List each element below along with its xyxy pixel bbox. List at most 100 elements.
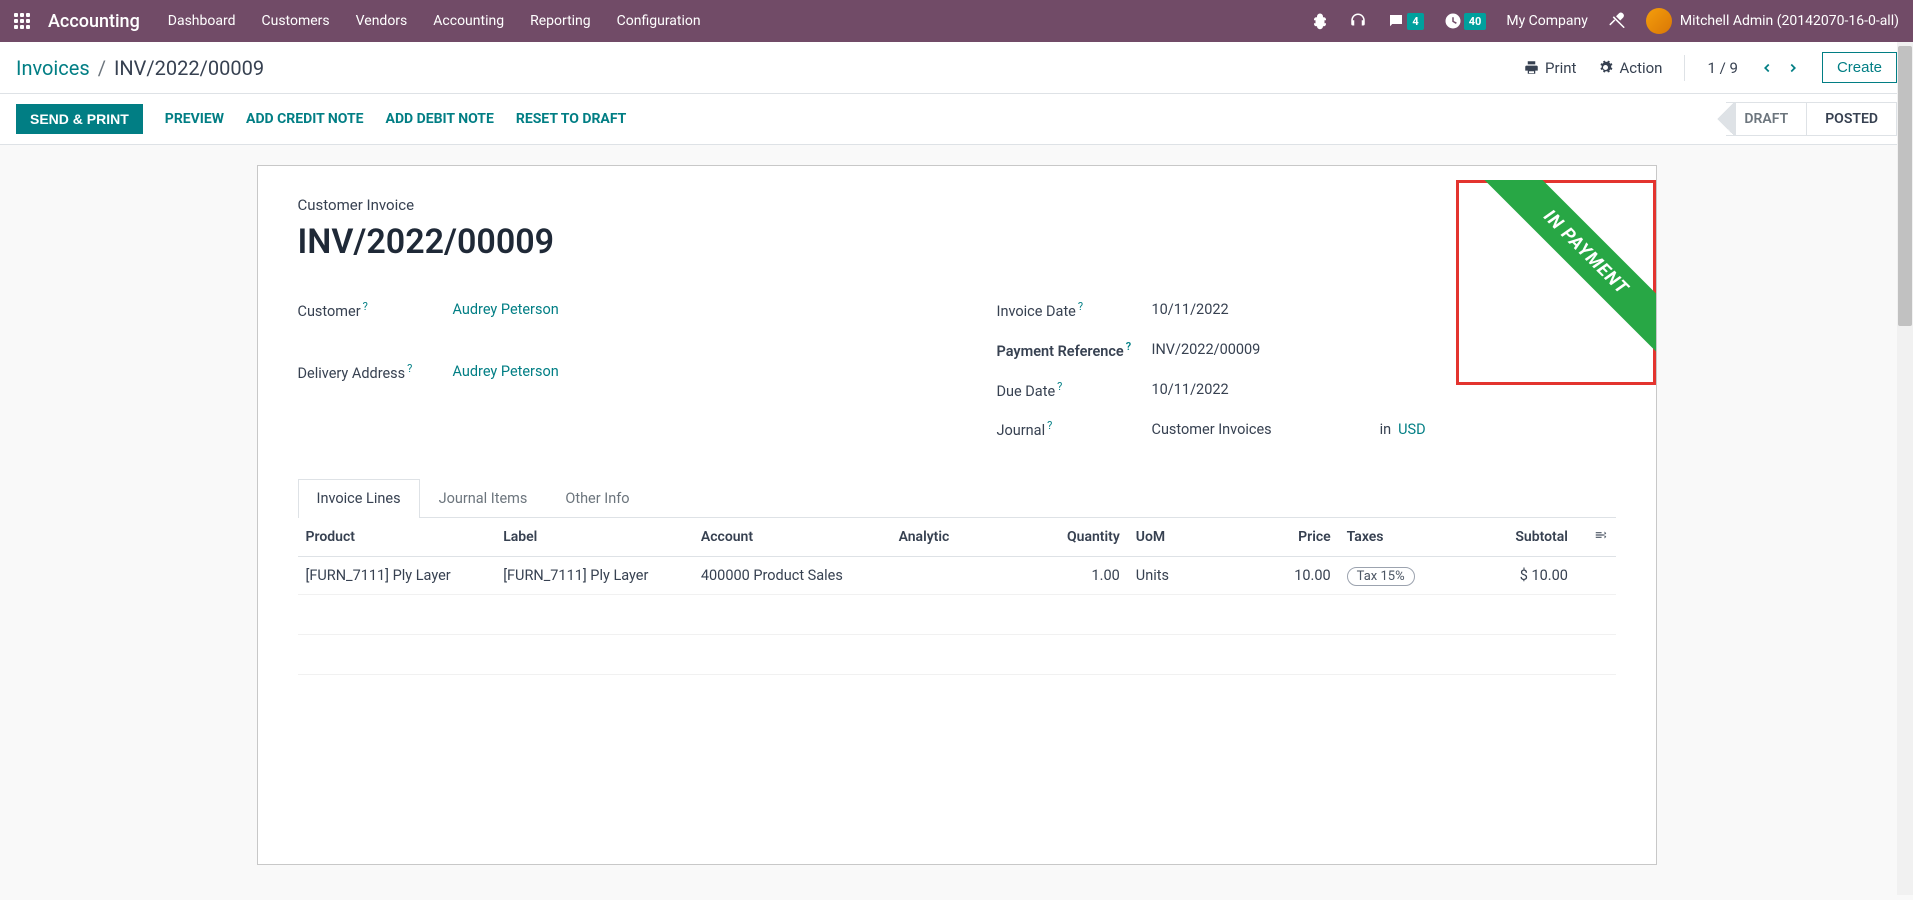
- cell-analytic: [891, 557, 1023, 595]
- value-payment-ref: INV/2022/00009: [1152, 341, 1261, 358]
- add-debit-note-button[interactable]: ADD DEBIT NOTE: [386, 111, 494, 127]
- nav-accounting[interactable]: Accounting: [433, 13, 504, 29]
- nav-vendors[interactable]: Vendors: [356, 13, 408, 29]
- help-icon[interactable]: ?: [1126, 340, 1131, 353]
- breadcrumb: Invoices / INV/2022/00009: [16, 56, 264, 80]
- create-button[interactable]: Create: [1822, 52, 1897, 83]
- cell-quantity: 1.00: [1022, 557, 1127, 595]
- action-button[interactable]: Action: [1598, 59, 1662, 77]
- tab-journal-items[interactable]: Journal Items: [420, 479, 547, 517]
- pager-text[interactable]: 1 / 9: [1707, 59, 1738, 77]
- form-title: Customer Invoice: [298, 196, 1616, 214]
- th-account[interactable]: Account: [693, 518, 891, 557]
- print-button[interactable]: Print: [1524, 59, 1576, 77]
- th-subtotal[interactable]: Subtotal: [1444, 518, 1576, 557]
- tab-other-info[interactable]: Other Info: [546, 479, 648, 517]
- support-icon[interactable]: [1349, 12, 1367, 30]
- help-icon[interactable]: ?: [1078, 300, 1083, 313]
- payment-ribbon: IN PAYMENT: [1472, 180, 1655, 366]
- preview-button[interactable]: PREVIEW: [165, 111, 224, 127]
- breadcrumb-current: INV/2022/00009: [114, 56, 264, 80]
- help-icon[interactable]: ?: [1047, 419, 1052, 432]
- control-panel: Invoices / INV/2022/00009 Print Action 1…: [0, 42, 1913, 94]
- th-product[interactable]: Product: [298, 518, 496, 557]
- bug-icon[interactable]: [1311, 12, 1329, 30]
- scrollbar-thumb[interactable]: [1898, 46, 1912, 326]
- th-label[interactable]: Label: [495, 518, 693, 557]
- messages-badge: 4: [1407, 13, 1423, 30]
- apps-icon[interactable]: [14, 13, 30, 29]
- help-icon[interactable]: ?: [363, 300, 368, 313]
- sheet-background: IN PAYMENT Customer Invoice INV/2022/000…: [0, 145, 1913, 900]
- cell-taxes: Tax 15%: [1339, 557, 1444, 595]
- th-taxes[interactable]: Taxes: [1339, 518, 1444, 557]
- tabs: Invoice Lines Journal Items Other Info: [298, 479, 1616, 518]
- pager-next-icon[interactable]: [1786, 61, 1800, 75]
- help-icon[interactable]: ?: [407, 362, 412, 375]
- top-navbar: Accounting Dashboard Customers Vendors A…: [0, 0, 1913, 42]
- pager-prev-icon[interactable]: [1760, 61, 1774, 75]
- value-invoice-date: 10/11/2022: [1152, 301, 1229, 318]
- journal-in-label: in: [1380, 421, 1392, 438]
- th-analytic[interactable]: Analytic: [891, 518, 1023, 557]
- app-name[interactable]: Accounting: [48, 11, 140, 32]
- company-selector[interactable]: My Company: [1506, 13, 1588, 29]
- print-icon: [1524, 60, 1539, 75]
- send-print-button[interactable]: SEND & PRINT: [16, 104, 143, 134]
- cell-product: [FURN_7111] Ply Layer: [298, 557, 496, 595]
- value-customer[interactable]: Audrey Peterson: [453, 301, 559, 318]
- scrollbar[interactable]: [1897, 42, 1913, 895]
- label-journal: Journal?: [997, 419, 1152, 439]
- cell-subtotal: $ 10.00: [1444, 557, 1576, 595]
- gear-icon: [1598, 60, 1613, 75]
- label-payment-ref: Payment Reference?: [997, 340, 1152, 360]
- status-draft[interactable]: DRAFT: [1726, 102, 1807, 136]
- activities-badge: 40: [1464, 13, 1487, 30]
- invoice-name: INV/2022/00009: [298, 222, 1616, 262]
- statusbar: SEND & PRINT PREVIEW ADD CREDIT NOTE ADD…: [0, 94, 1913, 145]
- value-due-date: 10/11/2022: [1152, 381, 1229, 398]
- tab-invoice-lines[interactable]: Invoice Lines: [298, 479, 420, 518]
- status-posted[interactable]: POSTED: [1807, 102, 1897, 136]
- nav-dashboard[interactable]: Dashboard: [168, 13, 236, 29]
- form-sheet: IN PAYMENT Customer Invoice INV/2022/000…: [257, 165, 1657, 865]
- tools-icon[interactable]: [1608, 12, 1626, 30]
- nav-reporting[interactable]: Reporting: [530, 13, 591, 29]
- action-label: Action: [1619, 59, 1662, 77]
- reset-to-draft-button[interactable]: RESET TO DRAFT: [516, 111, 626, 127]
- nav-customers[interactable]: Customers: [262, 13, 330, 29]
- label-invoice-date: Invoice Date?: [997, 300, 1152, 320]
- ribbon-container: IN PAYMENT: [1456, 180, 1656, 380]
- empty-row: [298, 595, 1616, 635]
- empty-row: [298, 635, 1616, 675]
- activities-button[interactable]: 40: [1444, 12, 1487, 30]
- breadcrumb-root[interactable]: Invoices: [16, 56, 90, 80]
- add-credit-note-button[interactable]: ADD CREDIT NOTE: [246, 111, 364, 127]
- chat-icon: [1387, 12, 1405, 30]
- invoice-lines-table: Product Label Account Analytic Quantity …: [298, 518, 1616, 675]
- value-currency[interactable]: USD: [1398, 421, 1426, 438]
- cell-price: 10.00: [1233, 557, 1338, 595]
- label-delivery: Delivery Address?: [298, 362, 453, 382]
- value-delivery[interactable]: Audrey Peterson: [453, 363, 559, 380]
- cell-label: [FURN_7111] Ply Layer: [495, 557, 693, 595]
- messages-button[interactable]: 4: [1387, 12, 1423, 30]
- th-quantity[interactable]: Quantity: [1022, 518, 1127, 557]
- options-icon[interactable]: [1594, 528, 1608, 542]
- nav-configuration[interactable]: Configuration: [617, 13, 701, 29]
- table-row[interactable]: [FURN_7111] Ply Layer [FURN_7111] Ply La…: [298, 557, 1616, 595]
- th-uom[interactable]: UoM: [1128, 518, 1233, 557]
- cell-uom: Units: [1128, 557, 1233, 595]
- label-customer: Customer?: [298, 300, 453, 320]
- th-price[interactable]: Price: [1233, 518, 1338, 557]
- value-journal: Customer Invoices: [1152, 421, 1272, 438]
- breadcrumb-separator: /: [98, 56, 106, 80]
- nav-menu: Dashboard Customers Vendors Accounting R…: [168, 13, 701, 29]
- help-icon[interactable]: ?: [1057, 380, 1062, 393]
- avatar: [1646, 8, 1672, 34]
- clock-icon: [1444, 12, 1462, 30]
- user-name: Mitchell Admin (20142070-16-0-all): [1680, 13, 1899, 29]
- cell-account: 400000 Product Sales: [693, 557, 891, 595]
- user-menu[interactable]: Mitchell Admin (20142070-16-0-all): [1646, 8, 1899, 34]
- print-label: Print: [1545, 59, 1576, 77]
